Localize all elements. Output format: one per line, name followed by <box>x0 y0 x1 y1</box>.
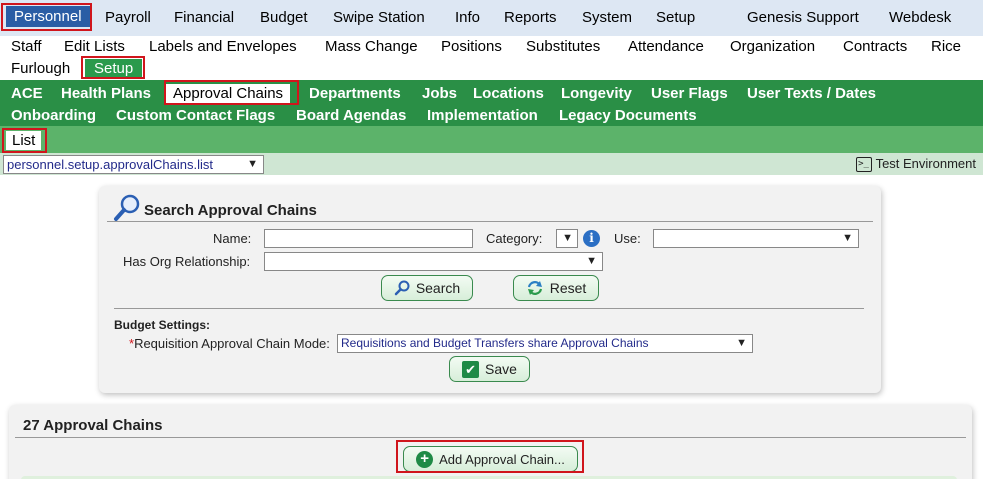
org-relationship-select[interactable]: ▼ <box>264 252 603 271</box>
reset-button[interactable]: Reset <box>513 275 599 301</box>
requisition-mode-select[interactable]: Requisitions and Budget Transfers share … <box>337 334 753 353</box>
nav-genesis-support[interactable]: Genesis Support <box>747 9 859 26</box>
top-nav: Personnel Payroll Financial Budget Swipe… <box>0 0 983 36</box>
save-button[interactable]: ✔ Save <box>449 356 530 382</box>
setup-departments[interactable]: Departments <box>309 85 401 102</box>
subnav-contracts[interactable]: Contracts <box>843 38 907 55</box>
org-relationship-label: Has Org Relationship: <box>123 254 251 269</box>
category-select[interactable]: ▼ <box>556 229 578 248</box>
info-icon[interactable]: i <box>583 230 600 247</box>
page-select[interactable]: personnel.setup.approvalChains.list ▼ <box>3 155 264 174</box>
nav-info[interactable]: Info <box>455 9 480 26</box>
chains-count-title: 27 Approval Chains <box>23 417 163 434</box>
refresh-icon <box>527 281 542 295</box>
category-label: Category: <box>486 231 543 246</box>
nav-reports[interactable]: Reports <box>504 9 557 26</box>
subnav-rice[interactable]: Rice <box>931 38 961 55</box>
setup-nav: ACE Health Plans Approval Chains Departm… <box>0 80 983 126</box>
checkmark-icon: ✔ <box>462 360 480 378</box>
subnav-substitutes[interactable]: Substitutes <box>526 38 600 55</box>
subnav-positions[interactable]: Positions <box>441 38 502 55</box>
setup-locations[interactable]: Locations <box>473 85 544 102</box>
nav-budget[interactable]: Budget <box>260 9 308 26</box>
setup-approval-chains[interactable]: Approval Chains <box>166 84 291 103</box>
search-button-label: Search <box>415 280 461 296</box>
search-icon <box>394 280 410 296</box>
chevron-down-icon: ▼ <box>586 255 597 267</box>
setup-board-agendas[interactable]: Board Agendas <box>296 107 406 124</box>
setup-ace[interactable]: ACE <box>11 85 43 102</box>
chevron-down-icon: ▼ <box>842 232 853 244</box>
nav-system[interactable]: System <box>582 9 632 26</box>
setup-jobs[interactable]: Jobs <box>422 85 457 102</box>
personnel-subnav: Staff Edit Lists Labels and Envelopes Ma… <box>0 36 983 80</box>
subnav-labels-envelopes[interactable]: Labels and Envelopes <box>149 38 297 55</box>
subnav-furlough[interactable]: Furlough <box>11 60 70 77</box>
add-approval-chain-label: Add Approval Chain... <box>439 451 565 467</box>
chevron-down-icon: ▼ <box>562 232 573 244</box>
subnav-attendance[interactable]: Attendance <box>628 38 704 55</box>
setup-implementation[interactable]: Implementation <box>427 107 538 124</box>
nav-financial[interactable]: Financial <box>174 9 234 26</box>
use-label: Use: <box>614 231 641 246</box>
approval-chains-panel: 27 Approval Chains + Add Approval Chain.… <box>9 405 972 479</box>
nav-setup[interactable]: Setup <box>656 9 695 26</box>
page-select-value: personnel.setup.approvalChains.list <box>7 157 213 172</box>
search-icon <box>114 194 140 221</box>
setup-user-texts-dates[interactable]: User Texts / Dates <box>747 85 876 102</box>
setup-user-flags[interactable]: User Flags <box>651 85 728 102</box>
nav-swipe-station[interactable]: Swipe Station <box>333 9 425 26</box>
chevron-down-icon: ▼ <box>247 158 258 170</box>
subnav-edit-lists[interactable]: Edit Lists <box>64 38 125 55</box>
setup-custom-contact-flags[interactable]: Custom Contact Flags <box>116 107 275 124</box>
nav-payroll[interactable]: Payroll <box>105 9 151 26</box>
setup-longevity[interactable]: Longevity <box>561 85 632 102</box>
list-bar: List <box>0 126 983 153</box>
mode-label: *Requisition Approval Chain Mode: <box>129 336 330 351</box>
save-button-label: Save <box>485 361 517 377</box>
setup-health-plans[interactable]: Health Plans <box>61 85 151 102</box>
nav-webdesk[interactable]: Webdesk <box>889 9 951 26</box>
chevron-down-icon: ▼ <box>736 337 747 349</box>
environment-label: Test Environment <box>875 156 976 171</box>
search-panel-title: Search Approval Chains <box>144 202 317 219</box>
use-select[interactable]: ▼ <box>653 229 859 248</box>
setup-legacy-documents[interactable]: Legacy Documents <box>559 107 697 124</box>
divider <box>114 308 864 309</box>
setup-onboarding[interactable]: Onboarding <box>11 107 96 124</box>
name-input[interactable] <box>264 229 473 248</box>
environment-indicator: >_ Test Environment <box>855 156 976 173</box>
divider <box>15 437 966 438</box>
add-approval-chain-button[interactable]: + Add Approval Chain... <box>403 446 578 472</box>
nav-personnel[interactable]: Personnel <box>6 6 90 27</box>
divider <box>107 221 873 222</box>
mode-label-text: Requisition Approval Chain Mode: <box>134 336 330 351</box>
budget-settings-label: Budget Settings: <box>114 318 210 332</box>
subnav-organization[interactable]: Organization <box>730 38 815 55</box>
subnav-staff[interactable]: Staff <box>11 38 42 55</box>
name-label: Name: <box>213 231 252 246</box>
terminal-icon: >_ <box>855 157 872 173</box>
reset-button-label: Reset <box>549 280 587 296</box>
search-button[interactable]: Search <box>381 275 473 301</box>
requisition-mode-value: Requisitions and Budget Transfers share … <box>341 336 649 350</box>
tab-list[interactable]: List <box>6 131 42 150</box>
search-panel: Search Approval Chains Name: Category: ▼… <box>99 186 881 393</box>
subnav-setup[interactable]: Setup <box>85 59 143 78</box>
environment-bar: personnel.setup.approvalChains.list ▼ >_… <box>0 153 983 175</box>
plus-circle-icon: + <box>416 450 434 468</box>
subnav-mass-change[interactable]: Mass Change <box>325 38 418 55</box>
